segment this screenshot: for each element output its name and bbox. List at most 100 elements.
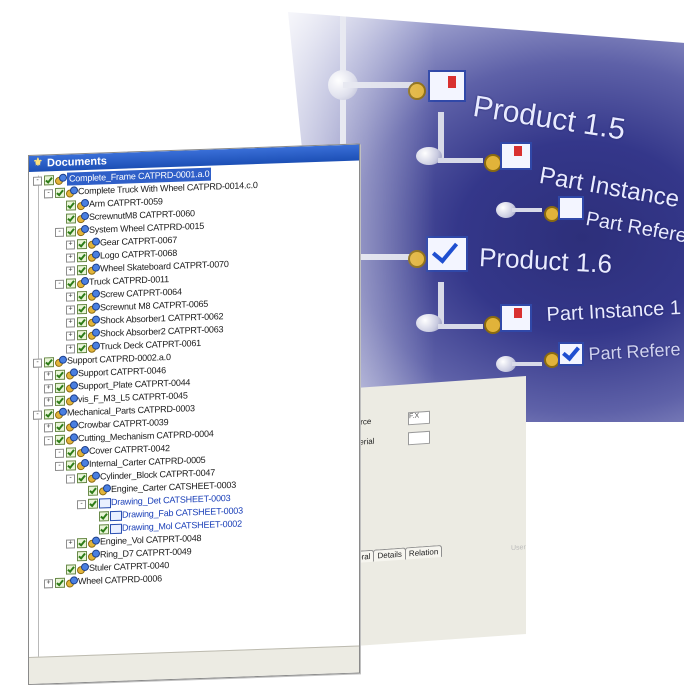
documents-title: Documents xyxy=(47,155,107,170)
checked-status-icon xyxy=(77,329,87,341)
part-icon xyxy=(88,237,100,249)
part-instance-2-label: Part Instance 1 xyxy=(546,296,682,326)
checked-status-icon xyxy=(77,251,87,263)
expand-toggle-icon[interactable]: + xyxy=(66,331,75,341)
collapse-toggle-icon[interactable]: - xyxy=(33,358,42,368)
tree-branch-line xyxy=(512,208,542,212)
part-icon xyxy=(77,224,89,237)
expand-toggle-icon[interactable]: + xyxy=(66,292,75,302)
part-icon xyxy=(88,289,100,301)
part-icon xyxy=(88,315,100,327)
expand-toggle-icon[interactable]: + xyxy=(44,423,53,433)
part-reference-2-label: Part Refere xyxy=(588,339,681,364)
checked-status-icon xyxy=(55,421,65,433)
checked-status-icon xyxy=(44,409,54,420)
user-label: User xyxy=(511,544,526,553)
checked-status-icon xyxy=(77,342,87,354)
part-icon xyxy=(77,562,89,575)
expand-toggle-icon[interactable]: + xyxy=(44,371,53,381)
part-icon xyxy=(55,355,67,368)
checked-status-icon xyxy=(66,460,76,471)
collapse-toggle-icon[interactable]: - xyxy=(66,474,75,484)
tree-branch-line xyxy=(343,82,413,88)
collapse-toggle-icon[interactable]: - xyxy=(33,176,42,186)
collapse-toggle-icon[interactable]: - xyxy=(55,461,64,472)
checked-status-icon xyxy=(44,357,54,368)
expand-toggle-icon[interactable]: + xyxy=(66,240,75,250)
expand-toggle-icon[interactable]: + xyxy=(66,344,75,354)
checked-status-icon xyxy=(77,303,87,315)
expand-toggle-icon[interactable]: + xyxy=(66,253,75,263)
checked-status-icon xyxy=(88,485,98,496)
part-icon xyxy=(66,368,78,380)
material-field[interactable] xyxy=(408,430,430,446)
drawing-sheet-icon xyxy=(99,498,111,509)
part-icon xyxy=(88,250,100,262)
tree-branch-line xyxy=(438,324,483,329)
expand-toggle-icon[interactable]: + xyxy=(44,579,53,589)
expand-toggle-icon[interactable]: + xyxy=(66,539,75,549)
tree-icon: ⚜ xyxy=(33,156,43,169)
checked-status-icon xyxy=(99,524,109,535)
checked-status-icon xyxy=(77,264,87,276)
part-icon xyxy=(88,302,100,314)
document-tree: - Complete_Frame CATPRD-0001.a.0- Complete… xyxy=(29,160,359,590)
expand-toggle-icon[interactable]: + xyxy=(44,384,53,394)
part-icon xyxy=(77,198,89,211)
product-1-label: Product 1.5 xyxy=(470,90,628,147)
checked-status-icon xyxy=(55,369,65,381)
collapse-toggle-icon[interactable]: - xyxy=(77,499,86,510)
tab-details[interactable]: Details xyxy=(373,547,406,562)
window-status-strip xyxy=(29,645,359,684)
part-icon xyxy=(77,458,89,471)
part-icon xyxy=(99,484,111,496)
expand-toggle-icon[interactable]: + xyxy=(44,397,53,407)
checked-status-icon xyxy=(55,577,65,589)
part-instance-2-icon xyxy=(484,304,540,344)
collapse-toggle-icon[interactable]: - xyxy=(55,448,64,459)
part-icon xyxy=(77,276,89,289)
part-reference-1-label: Part Reference xyxy=(584,208,684,254)
part-icon xyxy=(66,186,78,198)
part-reference-2-icon xyxy=(544,342,588,372)
expand-toggle-icon[interactable]: + xyxy=(66,318,75,328)
collapse-toggle-icon[interactable]: - xyxy=(44,189,53,199)
tab-relation[interactable]: Relation xyxy=(404,544,443,560)
checked-status-icon xyxy=(66,447,76,458)
part-icon xyxy=(88,471,100,483)
drawing-sheet-icon xyxy=(110,510,122,522)
part-icon xyxy=(55,407,67,420)
tree-branch-line xyxy=(512,362,542,366)
product-2-label: Product 1.6 xyxy=(478,242,613,279)
collapse-toggle-icon[interactable]: - xyxy=(55,279,64,290)
collapse-toggle-icon[interactable]: - xyxy=(33,410,42,420)
checked-status-icon xyxy=(77,238,87,250)
tree-node-ball xyxy=(416,314,442,332)
part-icon xyxy=(88,549,100,561)
part-icon xyxy=(66,381,78,393)
collapse-toggle-icon[interactable]: - xyxy=(55,227,64,238)
checked-status-icon xyxy=(66,278,76,289)
drawing-sheet-icon xyxy=(110,523,122,535)
documents-window: ⚜ Documents - Complete_Frame CATPRD-0001.… xyxy=(28,143,360,685)
expand-toggle-icon[interactable]: + xyxy=(66,305,75,315)
checked-status-icon xyxy=(66,200,76,211)
tree-row-label: Wheel CATPRD-0006 xyxy=(78,573,162,587)
part-instance-1-icon xyxy=(484,142,540,182)
source-field[interactable]: F.X xyxy=(408,410,430,426)
part-icon xyxy=(88,328,100,340)
checked-status-icon xyxy=(88,498,98,509)
checked-status-icon xyxy=(55,434,65,446)
expand-toggle-icon[interactable]: + xyxy=(66,266,75,276)
checked-status-icon xyxy=(55,395,65,407)
tree-branch-line xyxy=(438,158,483,163)
checked-status-icon xyxy=(99,511,109,522)
collapse-toggle-icon[interactable]: - xyxy=(44,436,53,446)
checked-status-icon xyxy=(66,213,76,224)
checked-status-icon xyxy=(77,550,87,562)
part-icon xyxy=(77,211,89,224)
product-2-icon xyxy=(408,234,468,280)
checked-status-icon xyxy=(55,187,65,199)
checked-status-icon xyxy=(77,290,87,302)
part-icon xyxy=(88,341,100,353)
